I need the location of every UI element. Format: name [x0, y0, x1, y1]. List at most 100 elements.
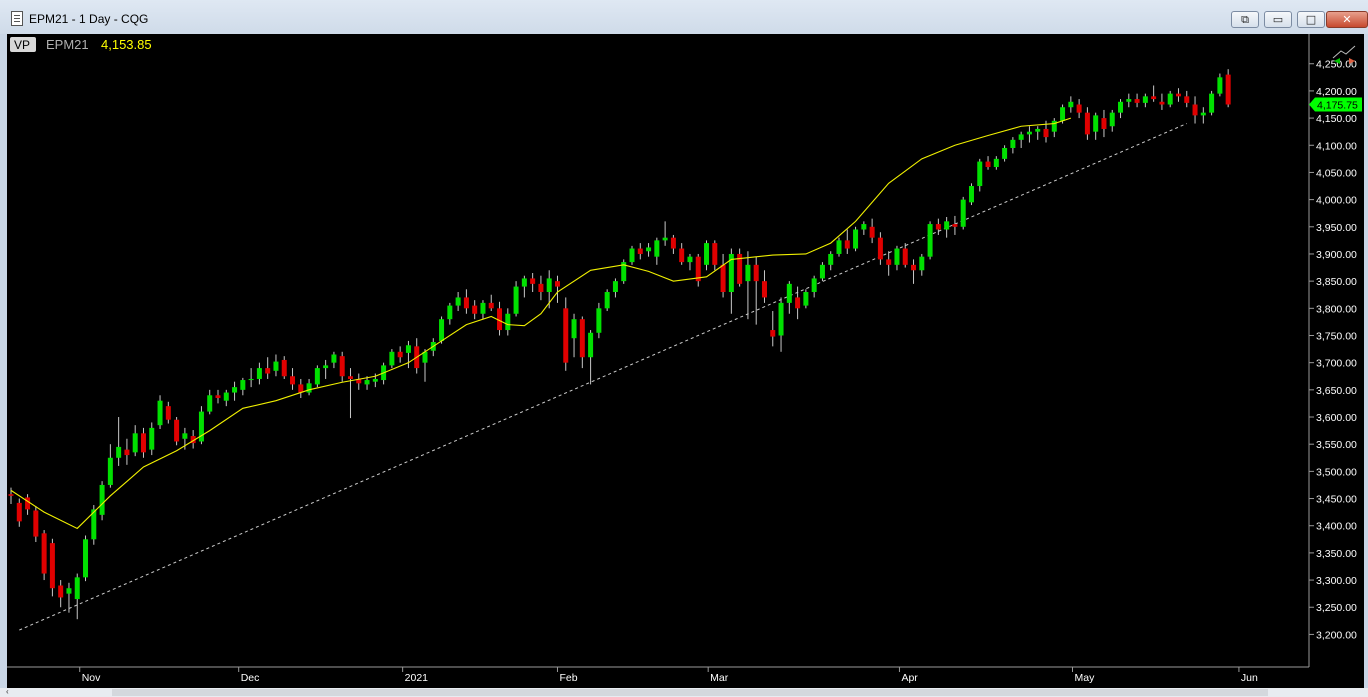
candle-down-body: [16, 502, 22, 522]
trendline: [19, 123, 1187, 631]
candle: [1068, 96, 1074, 113]
candle-up-body: [1035, 128, 1041, 132]
candle-up-body: [1217, 77, 1223, 94]
candle-down-body: [265, 368, 271, 374]
candle-down-body: [538, 283, 544, 293]
candle-down-body: [1184, 96, 1190, 103]
candle-up-body: [612, 281, 618, 293]
candle-up-body: [447, 305, 453, 320]
candle: [637, 243, 643, 260]
candle: [811, 275, 817, 298]
horizontal-scrollbar[interactable]: ‹: [0, 687, 1368, 697]
chart-area[interactable]: 4,250.00 4,200.00 4,150.00 4,100.00 4,050.00…: [7, 34, 1364, 688]
candle-up-body: [1126, 99, 1132, 102]
candle-up-body: [207, 395, 213, 412]
candle: [1192, 96, 1198, 124]
candle: [960, 196, 966, 230]
candle: [596, 302, 602, 339]
moving-average-line: [10, 117, 1072, 530]
minimize-button[interactable]: ▭: [1264, 11, 1292, 28]
candle-up-body: [828, 253, 834, 265]
candle: [1159, 93, 1165, 110]
vp-toggle[interactable]: VP: [10, 37, 36, 52]
candle-up-body: [182, 433, 188, 439]
candle: [389, 349, 395, 369]
y-tick-label: 3,300.00: [1316, 575, 1357, 587]
candle-up-body: [83, 539, 89, 578]
candle: [1093, 112, 1099, 140]
candle-up-body: [389, 351, 395, 366]
candle: [248, 368, 254, 388]
maximize-button[interactable]: □: [1297, 11, 1325, 28]
candle-up-body: [405, 345, 411, 353]
candle-up-body: [811, 278, 817, 293]
candle-down-body: [1076, 104, 1082, 113]
candle-up-body: [1018, 134, 1024, 140]
candle: [116, 417, 122, 466]
scroll-left-icon[interactable]: ‹: [6, 687, 9, 696]
candle: [323, 359, 329, 379]
candle-up-body: [157, 400, 163, 426]
candle: [281, 356, 287, 379]
candle: [795, 286, 801, 320]
candle-up-body: [1060, 107, 1066, 121]
candle-down-body: [886, 259, 892, 265]
candle: [894, 245, 900, 271]
candle: [662, 221, 668, 246]
candle: [993, 156, 999, 170]
candle: [497, 301, 503, 336]
candle-down-body: [935, 224, 941, 230]
candle: [695, 253, 701, 287]
candle-down-body: [1084, 112, 1090, 135]
candle-up-body: [331, 354, 337, 363]
candle: [712, 240, 718, 271]
candle: [1217, 73, 1223, 97]
candle: [1076, 99, 1082, 119]
candle-up-body: [439, 319, 445, 341]
candle-up-body: [588, 332, 594, 358]
candle-down-body: [1151, 96, 1157, 100]
candle: [761, 270, 767, 303]
candle: [1002, 145, 1008, 162]
candle: [604, 289, 610, 312]
candle: [174, 417, 180, 446]
candle: [356, 373, 362, 390]
y-tick-label: 4,100.00: [1316, 140, 1357, 152]
candle: [49, 538, 55, 597]
candle-down-body: [1192, 104, 1198, 116]
candle-up-body: [1200, 112, 1206, 116]
candle-down-body: [1134, 99, 1140, 103]
candle: [165, 401, 171, 424]
price-tag-label: 4,175.75: [1317, 100, 1358, 112]
candle: [290, 368, 296, 390]
restore-window-icon[interactable]: ⧉: [1231, 11, 1259, 28]
candle: [670, 234, 676, 254]
candle: [654, 237, 660, 265]
candle: [704, 240, 710, 271]
x-tick-label: Feb: [559, 672, 577, 684]
x-tick-label: 2021: [405, 672, 429, 684]
candlestick-chart[interactable]: 4,250.004,200.004,150.004,100.004,050.00…: [7, 34, 1364, 688]
close-button[interactable]: ✕: [1326, 11, 1368, 28]
candle: [240, 377, 246, 396]
candle-up-body: [1118, 101, 1124, 113]
candle-up-body: [66, 588, 72, 594]
candle-up-body: [306, 383, 312, 393]
scrollbar-thumb[interactable]: [112, 689, 1268, 696]
candle: [877, 232, 883, 265]
candle-down-body: [952, 224, 958, 227]
candle-up-body: [571, 319, 577, 339]
candle-up-body: [1026, 131, 1032, 135]
candle-down-body: [174, 419, 180, 442]
candle-down-body: [869, 226, 875, 238]
candle: [215, 389, 221, 404]
candle: [902, 243, 908, 268]
candle-down-body: [472, 305, 478, 314]
candle-down-body: [281, 359, 287, 377]
candle-down-body: [530, 278, 536, 284]
candle: [985, 156, 991, 170]
candle-down-body: [795, 297, 801, 309]
candle: [41, 530, 47, 581]
candle: [513, 281, 519, 317]
candle: [1051, 118, 1057, 138]
